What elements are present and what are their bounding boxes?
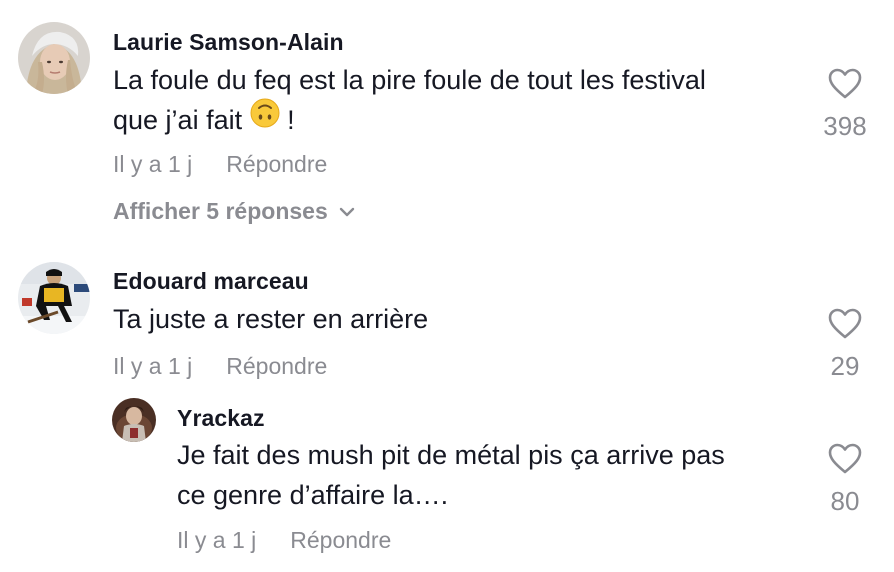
comment-username[interactable]: Yrackaz xyxy=(177,405,265,432)
heart-outline-icon[interactable] xyxy=(810,443,880,480)
comment-time: Il y a 1 j xyxy=(177,527,257,553)
reply-item: Yrackaz Je fait des mush pit de métal pi… xyxy=(0,0,894,572)
comment-text: Je fait des mush pit de métal pis ça arr… xyxy=(177,435,725,515)
like-area: 80 xyxy=(810,443,880,517)
comment-meta: Il y a 1 j Répondre xyxy=(177,527,391,554)
avatar[interactable] xyxy=(112,398,156,442)
reply-button[interactable]: Répondre xyxy=(290,527,391,553)
comment-text-line: ce genre d’affaire la…. xyxy=(177,480,449,510)
like-count: 80 xyxy=(830,486,860,516)
comment-text-line: Je fait des mush pit de métal pis ça arr… xyxy=(177,440,725,470)
